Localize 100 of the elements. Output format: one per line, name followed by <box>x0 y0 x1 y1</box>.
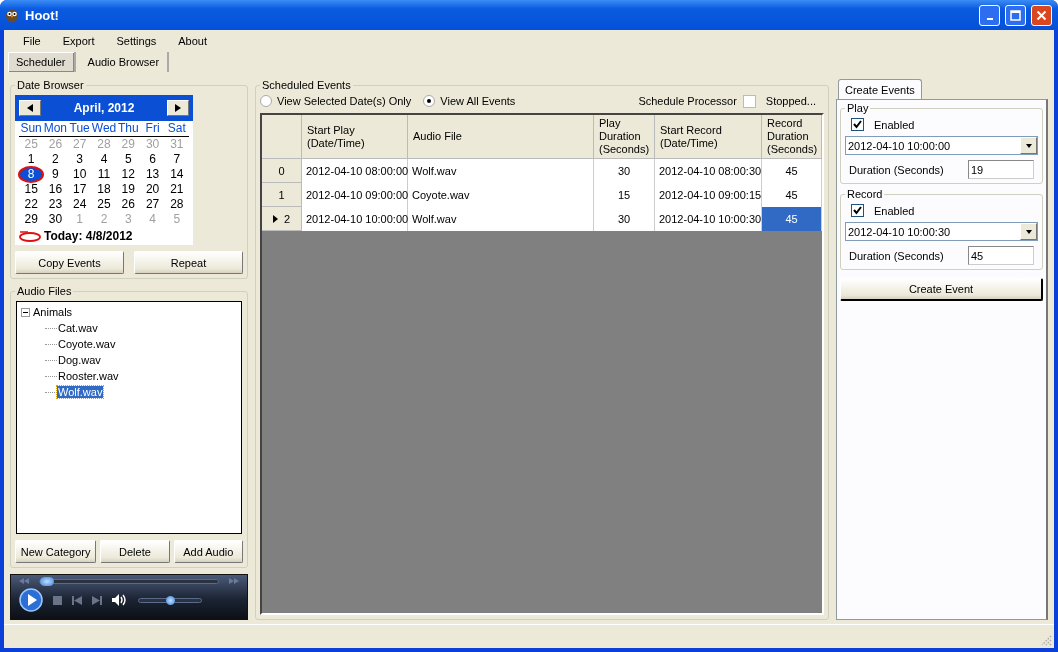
menu-item[interactable]: File <box>12 34 52 47</box>
month-title: April, 2012 <box>73 101 135 115</box>
view-radio-option[interactable]: View All Events <box>423 95 516 107</box>
row-header[interactable]: 1 <box>262 183 302 207</box>
seek-track[interactable] <box>39 578 219 584</box>
tree-item[interactable]: Rooster.wav <box>57 370 120 382</box>
maximize-button[interactable] <box>1005 4 1026 26</box>
column-header[interactable]: Play Duration (Seconds) <box>594 115 655 159</box>
weekday-label: Wed <box>91 121 117 136</box>
weekday-label: Mon <box>43 121 68 136</box>
resize-grip-icon[interactable] <box>1040 634 1052 646</box>
menu-item[interactable]: About <box>167 34 219 47</box>
checkbox[interactable] <box>851 118 864 131</box>
play-icon[interactable] <box>19 588 43 612</box>
tab[interactable]: Create Events <box>838 79 922 99</box>
column-header[interactable]: Start Play (Date/Time) <box>302 115 408 159</box>
calendar-day[interactable]: 10 <box>67 167 92 182</box>
calendar-day[interactable]: 24 <box>67 197 92 212</box>
calendar-day[interactable]: 25 <box>91 197 117 212</box>
calendar-day[interactable]: 7 <box>164 152 189 167</box>
column-header[interactable]: Start Record (Date/Time) <box>655 115 762 159</box>
weekday-label: Sun <box>19 121 43 136</box>
calendar-day[interactable]: 11 <box>91 167 117 182</box>
duration-field[interactable]: 19 <box>968 160 1034 179</box>
calendar-day[interactable]: 30 <box>43 212 68 227</box>
audio-action-button[interactable]: Delete <box>100 540 170 563</box>
calendar-day[interactable]: 9 <box>43 167 68 182</box>
minimize-button[interactable] <box>979 4 1000 26</box>
calendar-day[interactable]: 6 <box>140 152 165 167</box>
row-header[interactable]: 2 <box>262 207 302 231</box>
next-month-button[interactable] <box>167 100 189 116</box>
datetime-dropdown[interactable]: 2012-04-10 10:00:00 <box>845 136 1038 155</box>
column-header[interactable]: Audio File <box>408 115 594 159</box>
calendar-day[interactable]: 1 <box>19 152 44 167</box>
calendar-day[interactable]: 22 <box>19 197 44 212</box>
menu-item[interactable]: Export <box>51 34 106 47</box>
tree-item[interactable]: Animals <box>32 306 74 318</box>
stop-icon[interactable] <box>53 595 62 605</box>
tree-item[interactable]: Dog.wav <box>57 354 102 366</box>
table-cell: 2012-04-10 09:00:15 <box>655 183 762 207</box>
calendar-day[interactable]: 26 <box>116 197 141 212</box>
table-cell: 2012-04-10 08:00:30 <box>655 159 762 183</box>
seek-thumb[interactable] <box>40 576 55 586</box>
calendar-day[interactable]: 16 <box>43 182 68 197</box>
calendar-day[interactable]: 20 <box>140 182 165 197</box>
volume-track[interactable] <box>138 597 202 603</box>
duration-field[interactable]: 45 <box>968 246 1034 265</box>
calendar-day[interactable]: 4 <box>91 152 117 167</box>
volume-icon[interactable] <box>112 594 128 606</box>
calendar-day[interactable]: 14 <box>164 167 189 182</box>
create-event-button[interactable]: Create Event <box>840 278 1043 301</box>
previous-month-button[interactable] <box>19 100 41 116</box>
calendar-day[interactable]: 2 <box>43 152 68 167</box>
row-header[interactable]: 0 <box>262 159 302 183</box>
calendar-day[interactable]: 27 <box>140 197 165 212</box>
tree-item[interactable]: Coyote.wav <box>57 338 117 350</box>
calendar-day[interactable]: 13 <box>140 167 165 182</box>
calendar-day[interactable]: 23 <box>43 197 68 212</box>
calendar-day[interactable]: 29 <box>19 212 44 227</box>
close-button[interactable] <box>1031 4 1052 26</box>
date-action-button[interactable]: Copy Events <box>15 251 124 274</box>
calendar-day[interactable]: 17 <box>67 182 92 197</box>
date-action-button[interactable]: Repeat <box>134 251 243 274</box>
calendar-day[interactable]: 18 <box>91 182 117 197</box>
weekday-label: Tue <box>68 121 91 136</box>
tab[interactable]: Scheduler <box>8 52 76 72</box>
tree-item[interactable]: Wolf.wav <box>57 386 104 398</box>
today-label[interactable]: Today: 4/8/2012 <box>44 229 133 243</box>
checkbox[interactable] <box>742 94 756 108</box>
datetime-dropdown[interactable]: 2012-04-10 10:00:30 <box>845 222 1038 241</box>
maximize-icon <box>1010 9 1021 21</box>
group-title: Play <box>846 102 870 114</box>
calendar-day[interactable]: 28 <box>164 197 189 212</box>
checkbox[interactable] <box>851 204 864 217</box>
next-track-icon[interactable] <box>92 595 102 605</box>
calendar-day[interactable]: 19 <box>116 182 141 197</box>
table-cell: 2012-04-10 10:00:00 <box>302 207 408 231</box>
caret-icon <box>1025 227 1032 236</box>
calendar-day[interactable]: 5 <box>116 152 141 167</box>
tab[interactable]: Audio Browser <box>79 52 170 72</box>
menu-item[interactable]: Settings <box>105 34 168 47</box>
caret-icon <box>27 104 33 112</box>
radio-button[interactable] <box>260 95 272 107</box>
column-header[interactable]: Record Duration (Seconds) <box>762 115 822 159</box>
volume-thumb[interactable] <box>165 595 175 605</box>
radio-label: View All Events <box>440 95 516 107</box>
collapse-icon[interactable] <box>21 307 30 317</box>
table-cell: 30 <box>594 159 655 183</box>
radio-button[interactable] <box>423 95 436 107</box>
calendar-day[interactable]: 12 <box>116 167 141 182</box>
calendar-day[interactable]: 8 <box>19 167 44 182</box>
group-title: Audio Files <box>16 285 73 297</box>
calendar-day[interactable]: 15 <box>19 182 44 197</box>
calendar-day[interactable]: 21 <box>164 182 189 197</box>
audio-action-button[interactable]: Add Audio <box>173 540 243 563</box>
previous-track-icon[interactable] <box>72 595 82 605</box>
calendar-day[interactable]: 3 <box>67 152 92 167</box>
audio-action-button[interactable]: New Category <box>15 540 97 563</box>
group-title: Date Browser <box>16 79 85 91</box>
tree-item[interactable]: Cat.wav <box>57 322 99 334</box>
